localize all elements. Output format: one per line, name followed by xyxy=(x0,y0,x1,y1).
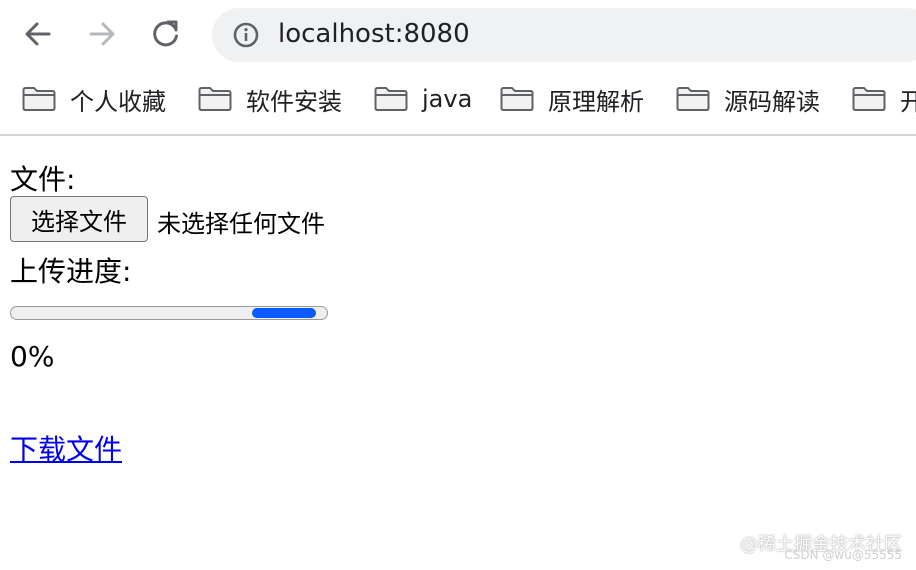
bookmark-source-code[interactable]: 源码解读 xyxy=(676,82,820,116)
bookmarks-bar: 个人收藏 软件安装 java 原理解析 源码解读 开 xyxy=(0,68,916,136)
progress-percent-text: 0% xyxy=(10,340,55,373)
bookmark-label: 开 xyxy=(900,82,916,117)
folder-icon xyxy=(22,87,56,111)
bookmark-principles[interactable]: 原理解析 xyxy=(500,82,644,116)
folder-icon xyxy=(374,87,408,111)
bookmark-java[interactable]: java xyxy=(374,82,472,116)
arrow-left-icon xyxy=(25,22,51,46)
address-bar[interactable]: localhost:8080 xyxy=(212,8,916,62)
bookmark-truncated[interactable]: 开 xyxy=(852,82,916,116)
progress-indicator xyxy=(252,308,316,318)
file-label: 文件: xyxy=(10,163,76,196)
folder-icon xyxy=(198,87,232,111)
bookmark-label: 个人收藏 xyxy=(70,87,166,116)
browser-toolbar: localhost:8080 xyxy=(0,0,916,68)
url-text[interactable]: localhost:8080 xyxy=(278,19,470,49)
bookmark-label: 源码解读 xyxy=(724,87,820,116)
upload-progress-label: 上传进度: xyxy=(10,255,132,288)
back-button[interactable] xyxy=(18,14,58,54)
folder-icon xyxy=(500,87,534,111)
bookmark-label: java xyxy=(422,85,473,113)
bookmark-label: 软件安装 xyxy=(246,87,342,116)
bookmark-label: 原理解析 xyxy=(548,87,644,116)
choose-file-button[interactable]: 选择文件 xyxy=(10,196,148,242)
forward-button[interactable] xyxy=(82,14,122,54)
download-file-link[interactable]: 下载文件 xyxy=(10,428,122,468)
bookmark-software[interactable]: 软件安装 xyxy=(198,82,342,116)
arrow-right-icon xyxy=(89,22,115,46)
watermark-subtext: CSDN @wu@55555 xyxy=(784,548,902,562)
folder-icon xyxy=(852,87,886,111)
upload-progress-bar xyxy=(10,306,328,320)
bookmark-personal[interactable]: 个人收藏 xyxy=(22,82,166,116)
reload-button[interactable] xyxy=(146,14,186,54)
folder-icon xyxy=(676,87,710,111)
info-icon[interactable] xyxy=(232,21,260,49)
file-status-text: 未选择任何文件 xyxy=(157,210,325,238)
reload-icon xyxy=(153,20,178,47)
